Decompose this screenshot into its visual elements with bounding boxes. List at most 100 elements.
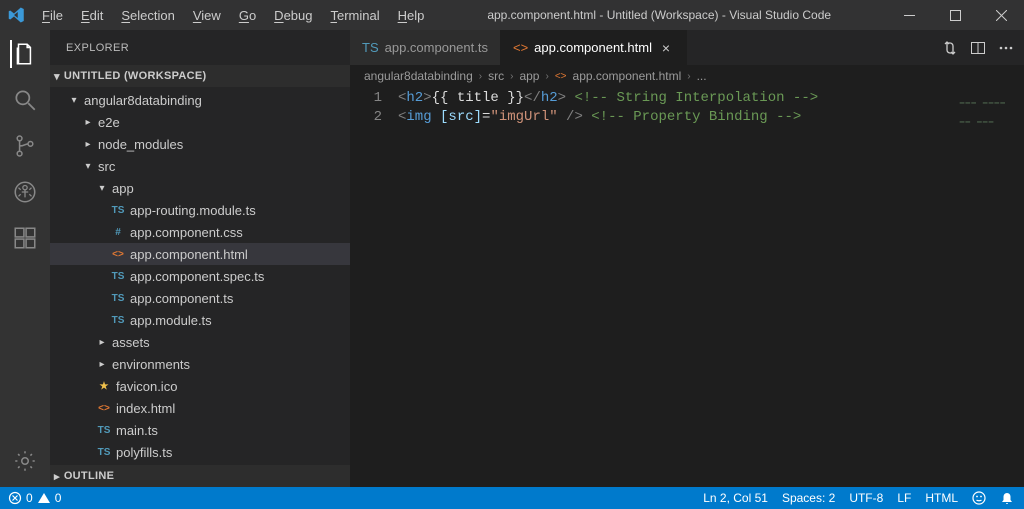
typescript-file-icon: TS xyxy=(362,40,379,55)
activity-extensions-icon[interactable] xyxy=(11,224,39,252)
activity-debug-icon[interactable] xyxy=(11,178,39,206)
breadcrumb-item[interactable]: angular8databinding xyxy=(364,69,473,83)
status-bell-icon[interactable] xyxy=(1000,491,1014,505)
status-warnings-count: 0 xyxy=(55,491,62,505)
status-errors[interactable]: 0 xyxy=(8,491,33,505)
vscode-logo-icon xyxy=(8,6,26,24)
chevron-down-icon: ▾ xyxy=(68,95,80,106)
window-maximize-button[interactable] xyxy=(932,0,978,30)
section-outline[interactable]: ▸ OUTLINE xyxy=(50,465,350,487)
breadcrumb-item[interactable]: src xyxy=(488,69,504,83)
menu-file[interactable]: File xyxy=(34,4,71,27)
status-encoding[interactable]: UTF-8 xyxy=(849,491,883,505)
status-ln-col[interactable]: Ln 2, Col 51 xyxy=(703,491,768,505)
section-workspace[interactable]: ▾ UNTITLED (WORKSPACE) xyxy=(50,65,350,87)
window-controls xyxy=(886,0,1024,30)
tree-label: environments xyxy=(112,357,190,372)
breadcrumb-item[interactable]: ... xyxy=(697,69,707,83)
tree-label: index.html xyxy=(116,401,175,416)
tab-app-component-html[interactable]: <> app.component.html × xyxy=(501,30,687,65)
line-number-gutter: 1 2 xyxy=(350,87,398,487)
breadcrumbs[interactable]: angular8databinding› src› app› <> app.co… xyxy=(350,65,1024,87)
menu-go[interactable]: Go xyxy=(231,4,264,27)
activity-search-icon[interactable] xyxy=(11,86,39,114)
tree-file-app-ts[interactable]: TS app.component.ts xyxy=(50,287,350,309)
tree-file-app-routing[interactable]: TS app-routing.module.ts xyxy=(50,199,350,221)
menu-selection[interactable]: Selection xyxy=(113,4,182,27)
tree-label: src xyxy=(98,159,115,174)
tree-file-index[interactable]: <> index.html xyxy=(50,397,350,419)
html-file-icon: <> xyxy=(110,246,126,262)
split-editor-icon[interactable] xyxy=(970,40,986,56)
code-lines[interactable]: <h2>{{ title }}</h2> <!-- String Interpo… xyxy=(398,87,1010,487)
tree-label: angular8databinding xyxy=(84,93,202,108)
line-number: 2 xyxy=(350,108,382,127)
editor-area: TS app.component.ts <> app.component.htm… xyxy=(350,30,1024,487)
chevron-right-icon: › xyxy=(687,71,690,82)
chevron-right-icon: ▸ xyxy=(82,139,94,150)
main-content: EXPLORER ▾ UNTITLED (WORKSPACE) ▾ angula… xyxy=(0,30,1024,487)
window-title: app.component.html - Untitled (Workspace… xyxy=(432,8,886,22)
activity-explorer-icon[interactable] xyxy=(10,40,38,68)
tree-folder-e2e[interactable]: ▸ e2e xyxy=(50,111,350,133)
tree-folder-project[interactable]: ▾ angular8databinding xyxy=(50,89,350,111)
tree-label: app-routing.module.ts xyxy=(130,203,256,218)
typescript-file-icon: TS xyxy=(96,422,112,438)
tree-label: app.component.css xyxy=(130,225,243,240)
status-spaces[interactable]: Spaces: 2 xyxy=(782,491,835,505)
minimap[interactable]: ▬▬▬ ▬▬▬▬▬▬ ▬▬▬ xyxy=(960,93,1006,131)
tree-folder-environments[interactable]: ▸ environments xyxy=(50,353,350,375)
status-bar: 0 0 Ln 2, Col 51 Spaces: 2 UTF-8 LF HTML xyxy=(0,487,1024,509)
vertical-scrollbar[interactable] xyxy=(1010,87,1024,487)
menu-view[interactable]: View xyxy=(185,4,229,27)
activity-source-control-icon[interactable] xyxy=(11,132,39,160)
chevron-right-icon: ▸ xyxy=(96,337,108,348)
chevron-down-icon: ▾ xyxy=(96,183,108,194)
tree-file-main[interactable]: TS main.ts xyxy=(50,419,350,441)
chevron-right-icon: ▸ xyxy=(54,470,60,483)
html-file-icon: <> xyxy=(513,40,528,55)
breadcrumb-item[interactable]: app.component.html xyxy=(573,69,682,83)
tab-label: app.component.ts xyxy=(385,40,488,55)
tree-file-polyfills[interactable]: TS polyfills.ts xyxy=(50,441,350,463)
menu-terminal[interactable]: Terminal xyxy=(322,4,387,27)
tree-file-app-module[interactable]: TS app.module.ts xyxy=(50,309,350,331)
tab-label: app.component.html xyxy=(534,40,652,55)
tree-label: app xyxy=(112,181,134,196)
file-tree[interactable]: ▾ angular8databinding ▸ e2e ▸ node_modul… xyxy=(50,87,350,465)
window-close-button[interactable] xyxy=(978,0,1024,30)
tree-label: favicon.ico xyxy=(116,379,177,394)
typescript-file-icon: TS xyxy=(96,444,112,460)
tree-folder-src[interactable]: ▾ src xyxy=(50,155,350,177)
compare-changes-icon[interactable] xyxy=(942,40,958,56)
section-workspace-label: UNTITLED (WORKSPACE) xyxy=(64,70,207,82)
chevron-right-icon: › xyxy=(510,71,513,82)
menu-debug[interactable]: Debug xyxy=(266,4,320,27)
more-actions-icon[interactable] xyxy=(998,40,1014,56)
favicon-file-icon: ★ xyxy=(96,378,112,394)
tree-label: app.component.ts xyxy=(130,291,233,306)
tree-file-app-spec[interactable]: TS app.component.spec.ts xyxy=(50,265,350,287)
tree-folder-app[interactable]: ▾ app xyxy=(50,177,350,199)
tree-file-app-html[interactable]: <> app.component.html xyxy=(50,243,350,265)
status-warnings[interactable]: 0 xyxy=(37,491,62,505)
chevron-right-icon: › xyxy=(479,71,482,82)
status-language[interactable]: HTML xyxy=(925,491,958,505)
tree-folder-assets[interactable]: ▸ assets xyxy=(50,331,350,353)
status-feedback-icon[interactable] xyxy=(972,491,986,505)
menu-help[interactable]: Help xyxy=(390,4,433,27)
tab-app-component-ts[interactable]: TS app.component.ts xyxy=(350,30,501,65)
activity-settings-gear-icon[interactable] xyxy=(11,447,39,475)
status-eol[interactable]: LF xyxy=(897,491,911,505)
tree-folder-node-modules[interactable]: ▸ node_modules xyxy=(50,133,350,155)
window-minimize-button[interactable] xyxy=(886,0,932,30)
css-file-icon: # xyxy=(110,224,126,240)
tree-file-favicon[interactable]: ★ favicon.ico xyxy=(50,375,350,397)
menu-edit[interactable]: Edit xyxy=(73,4,111,27)
activity-bar xyxy=(0,30,50,487)
code-editor[interactable]: 1 2 <h2>{{ title }}</h2> <!-- String Int… xyxy=(350,87,1024,487)
tree-file-app-css[interactable]: # app.component.css xyxy=(50,221,350,243)
chevron-right-icon: ▸ xyxy=(96,359,108,370)
tab-close-icon[interactable]: × xyxy=(658,40,674,56)
breadcrumb-item[interactable]: app xyxy=(519,69,539,83)
